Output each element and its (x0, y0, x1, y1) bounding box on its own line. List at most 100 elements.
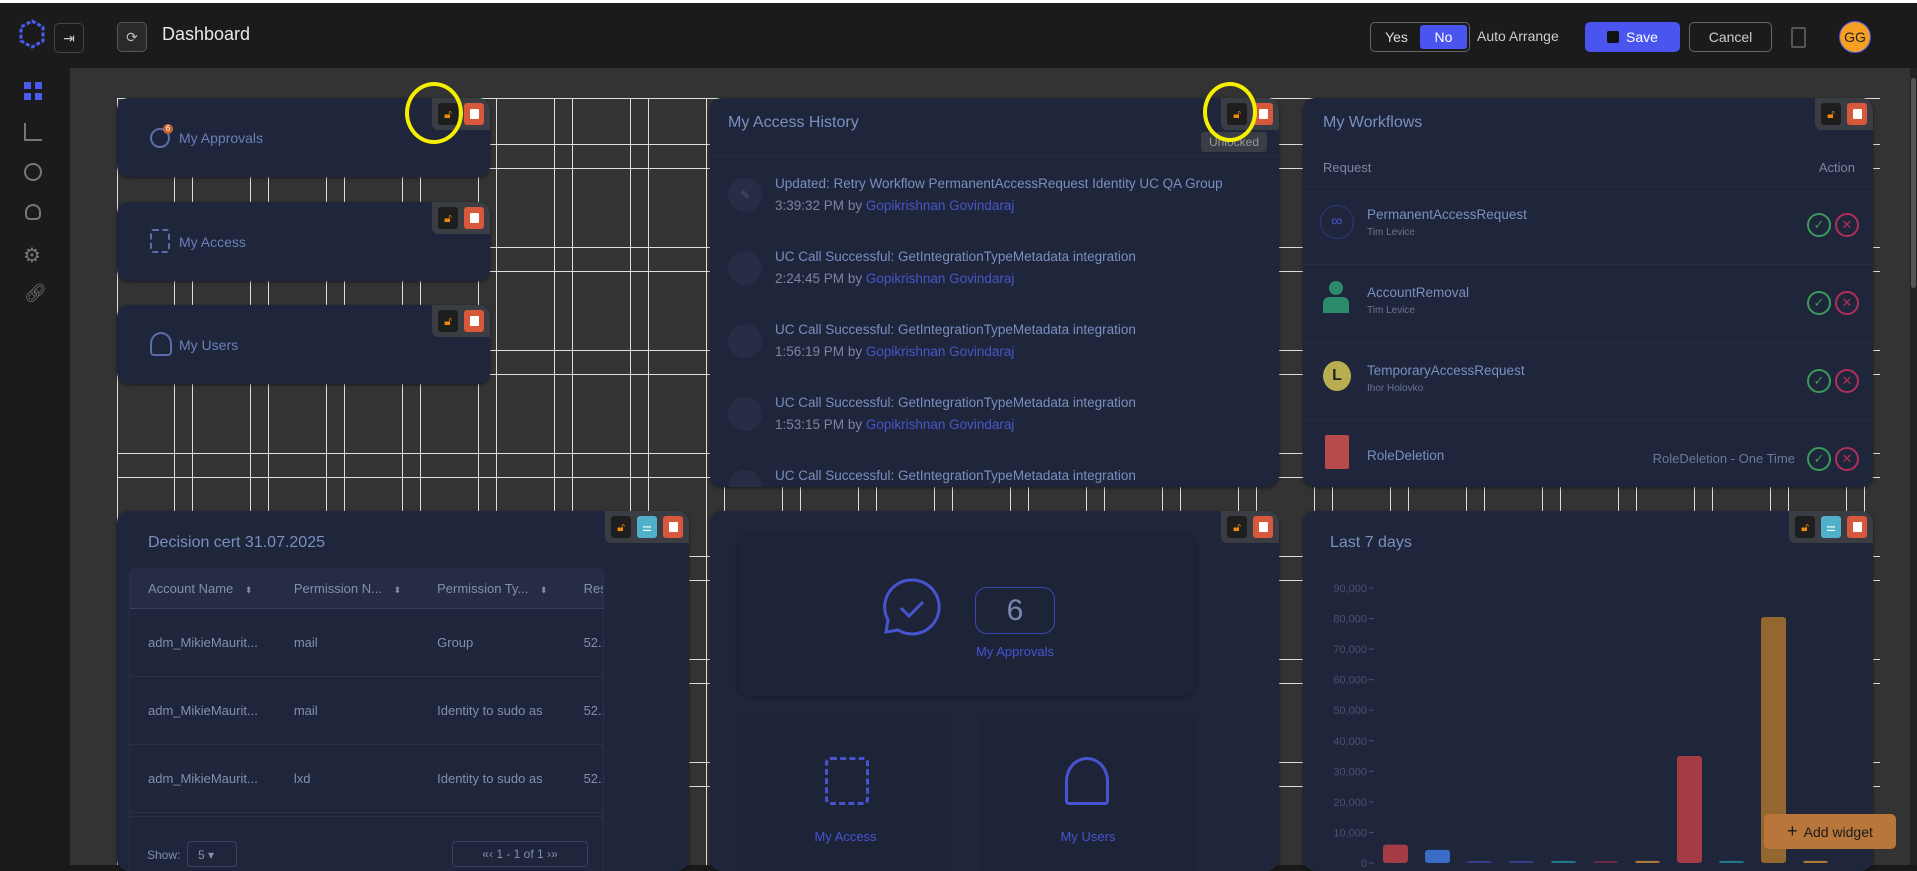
timeline-dot (728, 470, 762, 487)
link-icon[interactable]: 🔗︎ (24, 283, 47, 304)
delete-button[interactable] (464, 207, 484, 229)
unlock-button[interactable]: 🔓︎ (1227, 516, 1247, 538)
bar[interactable] (1425, 849, 1450, 863)
delete-button[interactable] (663, 516, 683, 538)
configure-button[interactable]: ⚌ (637, 516, 657, 538)
unlock-icon: 🔓︎ (1233, 519, 1241, 534)
pagination[interactable]: «‹ 1 - 1 of 1 ›» (452, 841, 588, 867)
workflow-row[interactable]: L TemporaryAccessRequest Ihor Holovko ✓ … (1303, 342, 1873, 420)
history-user-link[interactable]: Gopikrishnan Govindaraj (866, 271, 1015, 286)
workflow-row[interactable]: AccountRemoval Tim Levice ✓ ✕ (1303, 264, 1873, 342)
delete-button[interactable] (1847, 516, 1867, 538)
history-user-link[interactable]: Gopikrishnan Govindaraj (866, 344, 1015, 359)
approve-button[interactable]: ✓ (1807, 447, 1831, 471)
approve-button[interactable]: ✓ (1807, 213, 1831, 237)
network-icon[interactable] (25, 204, 41, 220)
unlock-button[interactable]: 🔓︎ (611, 516, 631, 538)
bar[interactable] (1467, 861, 1492, 863)
history-user-link[interactable]: Gopikrishnan Govindaraj (866, 417, 1015, 432)
workflow-name[interactable]: AccountRemoval (1367, 285, 1469, 300)
page-scrollbar[interactable] (1910, 68, 1917, 865)
notes-icon[interactable] (1791, 27, 1806, 48)
workflow-row[interactable]: RoleDeletion RoleDeletion - One Time ✓ ✕ (1303, 420, 1873, 487)
sort-icon[interactable]: ⬍ (540, 585, 548, 595)
workflow-name[interactable]: RoleDeletion (1367, 448, 1444, 463)
column-header[interactable]: Resource Na... (566, 569, 603, 608)
unlock-button[interactable]: 🔓︎ (1821, 103, 1841, 125)
auto-arrange-yes[interactable]: Yes (1373, 29, 1420, 45)
widget-my-access[interactable]: My Access 🔓︎ (117, 202, 490, 281)
reports-icon[interactable] (24, 123, 42, 141)
history-time: 3:39:32 PM (775, 198, 845, 213)
history-meta: 1:53:15 PM by Gopikrishnan Govindaraj (775, 417, 1014, 432)
show-label: Show: (147, 848, 181, 862)
bar[interactable] (1593, 861, 1618, 863)
last-page-icon[interactable]: ›» (547, 847, 558, 861)
unlock-button[interactable]: 🔓︎ (438, 207, 458, 229)
column-action: Action (1818, 160, 1855, 175)
sort-icon[interactable]: ⬍ (394, 585, 402, 595)
column-header[interactable]: Permission N... ⬍ (276, 569, 419, 608)
bar[interactable] (1803, 860, 1828, 863)
column-header[interactable]: Permission Ty... ⬍ (419, 569, 565, 608)
dashboard-icon[interactable] (24, 82, 42, 100)
user-icon[interactable] (24, 163, 42, 181)
save-button[interactable]: Save (1585, 22, 1680, 52)
reject-button[interactable]: ✕ (1835, 447, 1859, 471)
auto-arrange-no[interactable]: No (1420, 25, 1467, 49)
first-page-icon[interactable]: «‹ (482, 847, 493, 861)
widget-tools: 🔓︎ (1815, 98, 1873, 130)
sort-icon[interactable]: ⬍ (245, 585, 253, 595)
collapse-sidebar-button[interactable]: ⇥ (54, 23, 84, 53)
history-text: Updated: Retry Workflow PermanentAccessR… (775, 176, 1223, 191)
bar[interactable] (1551, 860, 1576, 863)
workflow-name[interactable]: TemporaryAccessRequest (1367, 363, 1525, 378)
history-text: UC Call Successful: GetIntegrationTypeMe… (775, 395, 1136, 410)
trash-icon (1258, 109, 1268, 119)
timeline-dot (728, 324, 762, 358)
settings-icon[interactable]: ⚙ (23, 243, 41, 268)
table-row[interactable]: adm_MikieMaurit... mail Group 52.182.158.23… (130, 608, 603, 676)
sliders-icon: ⚌ (642, 521, 652, 534)
configure-button[interactable]: ⚌ (1821, 516, 1841, 538)
cancel-button[interactable]: Cancel (1689, 22, 1772, 52)
table-cell: lxd (293, 770, 311, 786)
table-row[interactable]: adm_MikieMaurit... lxd Identity to sudo as… (130, 744, 603, 812)
table-row[interactable]: adm_MikieMaurit... mail Identity to sudo a… (130, 676, 603, 744)
history-user-link[interactable]: Gopikrishnan Govindaraj (866, 198, 1015, 213)
auto-arrange-toggle[interactable]: Yes No (1370, 22, 1470, 52)
history-by: by (847, 344, 863, 359)
bar[interactable] (1719, 860, 1744, 863)
add-widget-button[interactable]: + Add widget (1764, 814, 1896, 849)
bar[interactable] (1509, 861, 1534, 863)
unlock-button[interactable]: 🔓︎ (1795, 516, 1815, 538)
unlock-button[interactable]: 🔓︎ (438, 310, 458, 332)
reject-button[interactable]: ✕ (1835, 369, 1859, 393)
approve-button[interactable]: ✓ (1807, 369, 1831, 393)
widget-my-users[interactable]: My Users 🔓︎ (117, 305, 490, 384)
delete-button[interactable] (1847, 103, 1867, 125)
approve-button[interactable]: ✓ (1807, 291, 1831, 315)
access-tile[interactable]: My Access (738, 712, 953, 871)
edit-icon: ✎ (728, 178, 762, 212)
users-tile[interactable]: My Users (980, 712, 1196, 871)
approvals-tile[interactable]: 6 My Approvals (738, 533, 1196, 696)
reject-button[interactable]: ✕ (1835, 291, 1859, 315)
bar[interactable] (1677, 756, 1702, 863)
bar[interactable] (1383, 844, 1408, 863)
delete-button[interactable] (1253, 516, 1273, 538)
workflow-row[interactable]: ∞ PermanentAccessRequest Tim Levice ✓ ✕ (1303, 186, 1873, 264)
refresh-button[interactable]: ⟳ (117, 22, 147, 52)
page-size-select[interactable]: 5 ▾ (187, 841, 237, 867)
workflow-name[interactable]: PermanentAccessRequest (1367, 207, 1527, 222)
reject-button[interactable]: ✕ (1835, 213, 1859, 237)
bar[interactable] (1635, 860, 1660, 863)
column-header[interactable]: Account Name ⬍ (130, 569, 276, 608)
y-tick-label: 0 (1361, 858, 1367, 870)
trash-icon (1258, 522, 1268, 532)
widget-tools: 🔓︎ ⚌ (1789, 511, 1873, 543)
delete-button[interactable] (464, 103, 484, 125)
delete-button[interactable] (464, 310, 484, 332)
avatar[interactable]: GG (1839, 21, 1871, 53)
column-label: Permission N... (293, 580, 382, 596)
